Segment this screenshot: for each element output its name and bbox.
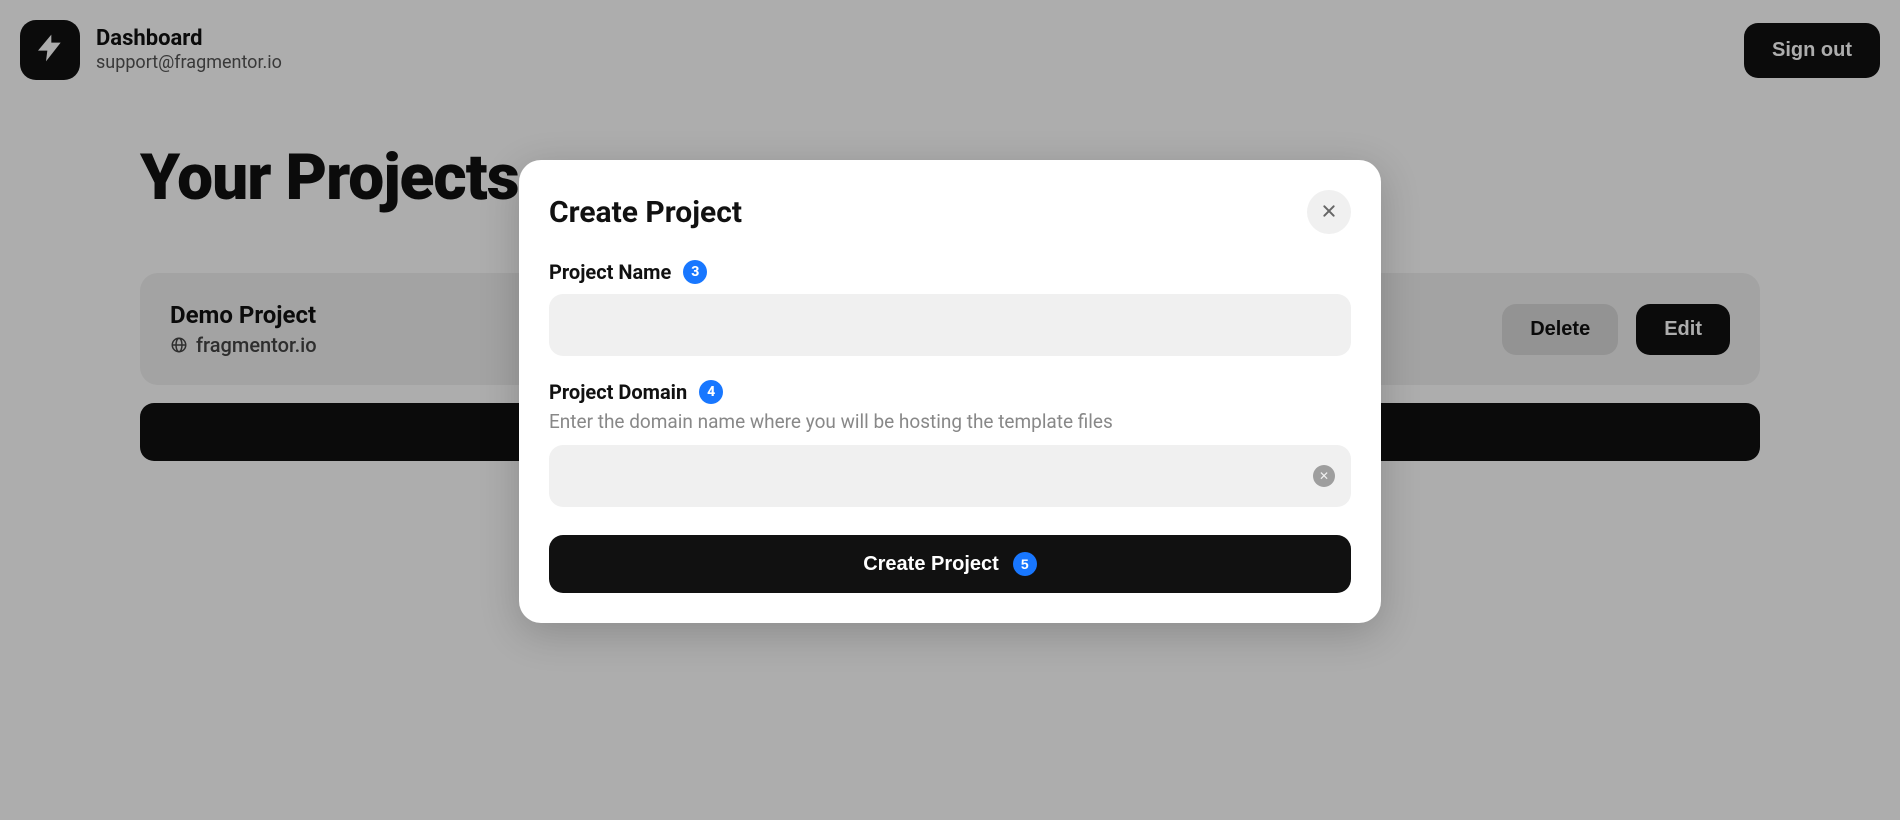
project-domain-input[interactable] bbox=[549, 445, 1351, 507]
modal-title: Create Project bbox=[549, 195, 742, 230]
project-domain-label: Project Domain bbox=[549, 380, 687, 404]
create-project-modal: Create Project Project Name 3 Project Do… bbox=[519, 160, 1381, 623]
close-icon bbox=[1321, 203, 1337, 222]
close-button[interactable] bbox=[1307, 190, 1351, 234]
clear-domain-button[interactable]: ✕ bbox=[1313, 465, 1335, 487]
step-badge-4: 4 bbox=[699, 380, 723, 404]
create-project-submit[interactable]: Create Project 5 bbox=[549, 535, 1351, 593]
project-name-input[interactable] bbox=[549, 294, 1351, 356]
step-badge-5: 5 bbox=[1013, 552, 1037, 576]
submit-label: Create Project bbox=[863, 553, 999, 576]
project-domain-helper: Enter the domain name where you will be … bbox=[549, 410, 1351, 433]
project-name-label: Project Name bbox=[549, 260, 671, 284]
close-icon: ✕ bbox=[1319, 465, 1329, 487]
step-badge-3: 3 bbox=[683, 260, 707, 284]
